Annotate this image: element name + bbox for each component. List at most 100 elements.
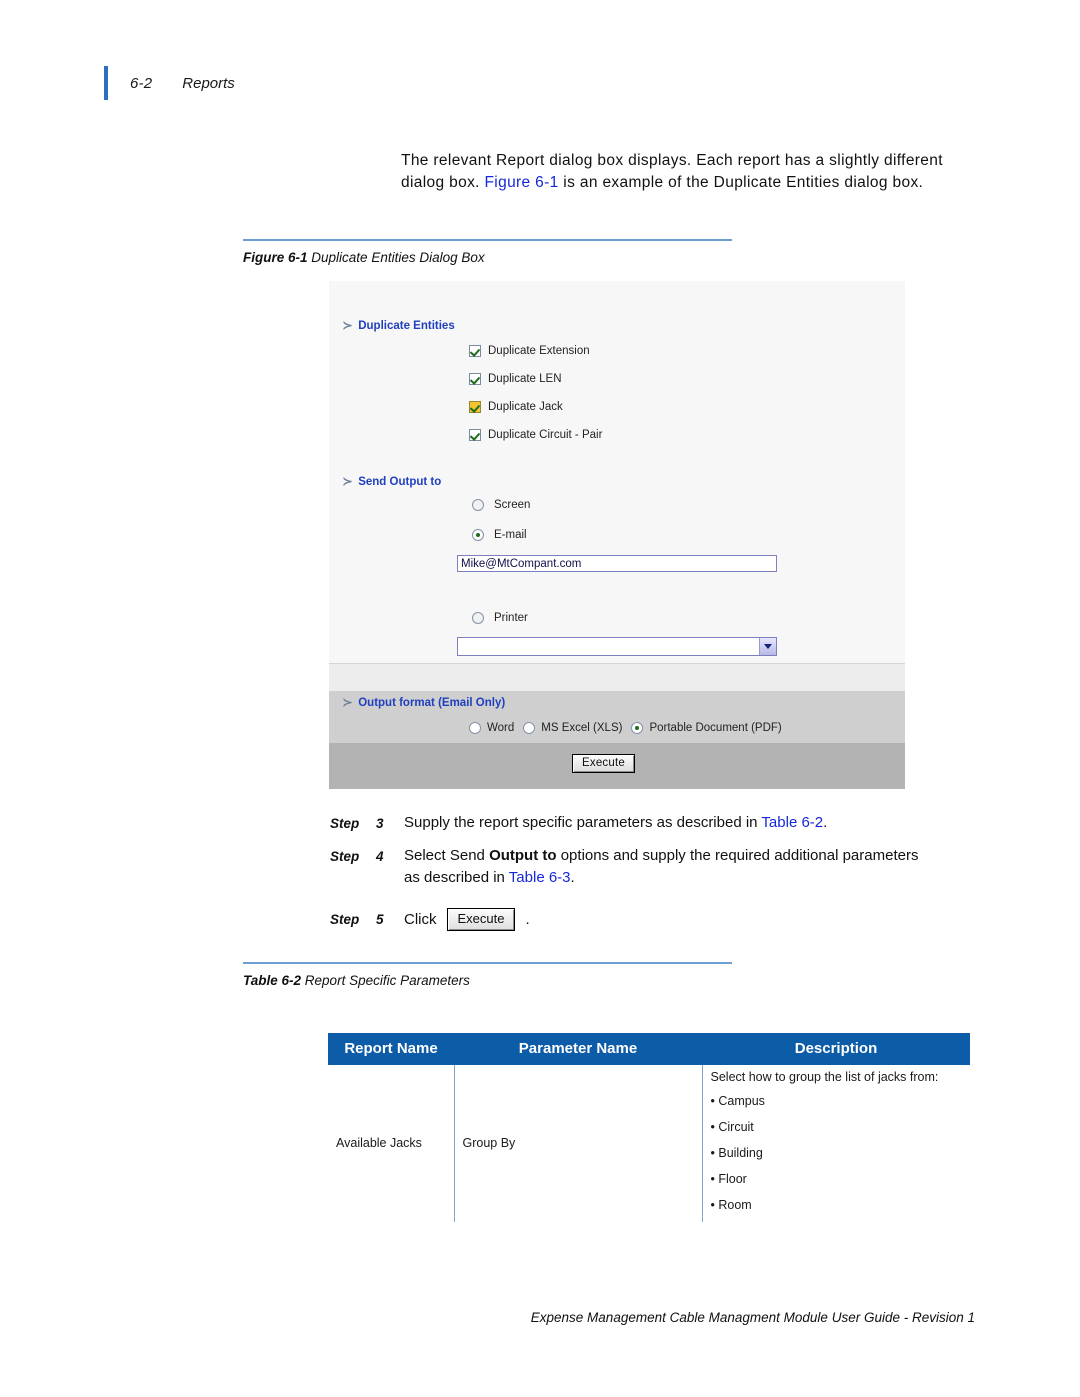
radio-screen[interactable] [472, 499, 484, 511]
radio-printer[interactable] [472, 612, 484, 624]
table-header-row: Report Name Parameter Name Description [328, 1033, 970, 1065]
expander-arrow-icon: ≻ [342, 476, 353, 488]
step-4-text-3: . [570, 869, 575, 886]
cell-report-name: Available Jacks [336, 1136, 422, 1150]
table-caption-block: Table 6-2 Report Specific Parameters [243, 962, 732, 988]
radio-row-pdf[interactable]: Portable Document (PDF) [631, 722, 782, 734]
expander-arrow-icon: ≻ [342, 320, 353, 332]
section-heading-output-format: ≻ Output format (Email Only) [342, 696, 506, 710]
list-item: Circuit [711, 1114, 963, 1140]
checkbox-row-duplicate-jack[interactable]: Duplicate Jack [469, 401, 563, 413]
output-format-options: Word MS Excel (XLS) Portable Document (P… [469, 722, 782, 734]
description-intro: Select how to group the list of jacks fr… [710, 1070, 939, 1084]
step-3-table-reference[interactable]: Table 6-2 [761, 814, 823, 831]
section-heading-duplicate-entities: ≻ Duplicate Entities [342, 319, 455, 333]
table-caption: Table 6-2 Report Specific Parameters [243, 973, 732, 988]
checkbox-row-duplicate-circuit-pair[interactable]: Duplicate Circuit - Pair [469, 429, 602, 441]
checkbox-label-duplicate-circuit-pair: Duplicate Circuit - Pair [488, 429, 603, 441]
checkbox-duplicate-extension[interactable] [469, 345, 481, 357]
column-header-parameter-name: Parameter Name [454, 1033, 702, 1065]
duplicate-entities-dialog: ≻ Duplicate Entities Duplicate Extension… [329, 281, 905, 789]
radio-pdf[interactable] [631, 722, 644, 734]
radio-row-word[interactable]: Word [469, 722, 514, 734]
section-heading-send-output-to: ≻ Send Output to [342, 475, 442, 489]
step-5-label: Step [330, 912, 360, 927]
step-4-table-reference[interactable]: Table 6-3 [509, 869, 571, 886]
radio-ms-excel[interactable] [523, 722, 536, 734]
step-3-label: Step [330, 816, 360, 831]
radio-row-email[interactable]: E-mail [472, 529, 527, 541]
inline-execute-button[interactable]: Execute [446, 908, 516, 931]
expander-arrow-icon: ≻ [342, 697, 353, 709]
report-parameters-table: Report Name Parameter Name Description A… [328, 1033, 970, 1222]
column-header-description: Description [702, 1033, 970, 1065]
figure-caption-block: Figure 6-1 Duplicate Entities Dialog Box [243, 239, 732, 265]
radio-label-word: Word [487, 722, 515, 734]
email-address-input[interactable]: Mike@MtCompant.com [457, 555, 777, 572]
checkbox-duplicate-len[interactable] [469, 373, 481, 385]
checkbox-duplicate-circuit-pair[interactable] [469, 429, 481, 441]
radio-word[interactable] [469, 722, 481, 734]
section-heading-output-format-label: Output format (Email Only) [358, 696, 506, 709]
checkbox-label-duplicate-jack: Duplicate Jack [488, 401, 563, 413]
table-caption-label: Table 6-2 [243, 973, 302, 988]
checkbox-duplicate-jack[interactable] [469, 401, 481, 413]
checkbox-label-duplicate-extension: Duplicate Extension [488, 345, 590, 357]
checkbox-row-duplicate-len[interactable]: Duplicate LEN [469, 373, 562, 385]
chevron-down-icon[interactable] [759, 638, 776, 655]
list-item: Campus [711, 1088, 963, 1114]
execute-button[interactable]: Execute [572, 754, 635, 773]
cell-description: Select how to group the list of jacks fr… [701, 1065, 970, 1222]
table-caption-text: Report Specific Parameters [304, 973, 470, 988]
step-5-body: Click Execute . [404, 908, 934, 931]
step-5: Step 5 Click Execute . [330, 908, 934, 931]
cell-parameter-name: Group By [453, 1065, 702, 1222]
figure-caption-label: Figure 6-1 [243, 250, 308, 265]
intro-paragraph: The relevant Report dialog box displays.… [401, 150, 946, 193]
checkbox-row-duplicate-extension[interactable]: Duplicate Extension [469, 345, 590, 357]
step-3-body: Supply the report specific parameters as… [404, 812, 934, 834]
page-number: 6-2 [130, 74, 153, 92]
step-3-text-2: . [823, 814, 828, 831]
printer-select[interactable] [457, 637, 777, 656]
header-accent-rule [104, 66, 108, 100]
figure-cross-reference[interactable]: Figure 6-1 [484, 174, 558, 191]
chapter-title: Reports [182, 74, 235, 92]
section-heading-send-output-to-label: Send Output to [358, 475, 442, 488]
figure-caption-text: Duplicate Entities Dialog Box [311, 250, 485, 265]
radio-label-email: E-mail [494, 529, 527, 541]
figure-caption: Figure 6-1 Duplicate Entities Dialog Box [243, 250, 732, 265]
figure-caption-rule [243, 239, 732, 241]
step-3: Step 3 Supply the report specific parame… [330, 812, 934, 835]
list-item: Room [711, 1192, 963, 1218]
radio-row-ms-excel[interactable]: MS Excel (XLS) [523, 722, 622, 734]
table-caption-rule [243, 962, 732, 964]
step-3-text-1: Supply the report specific parameters as… [404, 814, 762, 831]
dialog-divider-band-light [329, 663, 905, 692]
step-4-text-1: Select Send [404, 847, 490, 864]
step-3-number: 3 [376, 816, 384, 831]
page-header: 6-2 Reports [104, 66, 235, 100]
intro-text-part-2: is an example of the Duplicate Entities … [558, 173, 924, 191]
radio-email[interactable] [472, 529, 484, 541]
radio-label-pdf: Portable Document (PDF) [649, 722, 782, 734]
column-header-report-name: Report Name [328, 1033, 454, 1065]
step-4-number: 4 [376, 849, 384, 864]
radio-label-ms-excel: MS Excel (XLS) [541, 722, 623, 734]
page-footer: Expense Management Cable Managment Modul… [530, 1310, 975, 1325]
radio-label-screen: Screen [494, 499, 531, 511]
step-5-text-1: Click [404, 910, 437, 928]
step-4-emphasis: Output to [489, 847, 557, 864]
radio-row-printer[interactable]: Printer [472, 612, 528, 624]
step-5-number: 5 [376, 912, 384, 927]
step-4-body: Select Send Output to options and supply… [404, 845, 934, 889]
step-4-label: Step [330, 849, 360, 864]
checkbox-label-duplicate-len: Duplicate LEN [488, 373, 562, 385]
radio-row-screen[interactable]: Screen [472, 499, 530, 511]
radio-label-printer: Printer [494, 612, 528, 624]
list-item: Building [711, 1140, 963, 1166]
list-item: Floor [711, 1166, 963, 1192]
table-row: Available Jacks Group By Select how to g… [328, 1065, 970, 1222]
section-heading-duplicate-entities-label: Duplicate Entities [358, 319, 455, 332]
description-list: Campus Circuit Building Floor Room [711, 1088, 963, 1218]
